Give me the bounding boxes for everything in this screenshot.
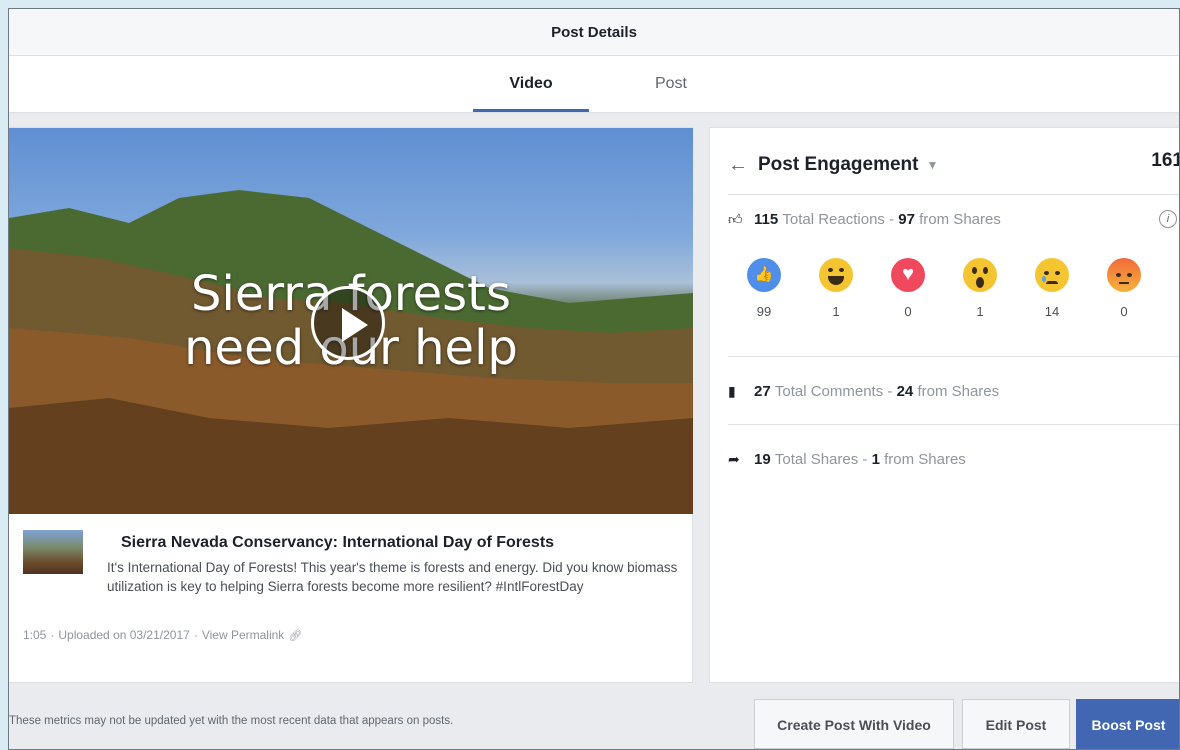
reaction-count: 0: [1120, 304, 1128, 319]
comments-shares-label: from Shares: [917, 382, 1000, 400]
caret-down-icon[interactable]: ▼: [926, 158, 938, 172]
reaction-count: 1: [976, 304, 984, 319]
video-player[interactable]: Sierra forests need our help: [9, 128, 693, 514]
video-title[interactable]: Sierra Nevada Conservancy: International…: [121, 534, 554, 552]
love-icon: ♥: [891, 258, 925, 292]
upload-date: Uploaded on 03/21/2017: [58, 628, 190, 642]
thumbs-up-icon: 👍︎: [728, 210, 743, 227]
dialog-title: Post Details: [551, 23, 637, 41]
reactions-count: 115: [754, 210, 779, 228]
reaction-count: 1: [832, 304, 840, 319]
dash: -: [862, 450, 868, 468]
shares-label: Total Shares: [774, 450, 859, 468]
play-icon: [342, 308, 368, 342]
engagement-header: ← Post Engagement ▼ 161: [728, 150, 1180, 180]
reaction-breakdown: 99 1 ♥ 0: [740, 258, 1160, 328]
reaction-wow: 1: [956, 258, 1004, 319]
divider: [728, 356, 1179, 357]
sad-icon: [1035, 258, 1069, 292]
reactions-summary: 👍︎ 115 Total Reactions - 97 from Shares …: [728, 208, 1179, 230]
engagement-total: 161: [1151, 150, 1180, 171]
video-card: Sierra forests need our help Sierra Neva…: [9, 127, 693, 683]
video-thumbnail[interactable]: [23, 530, 83, 574]
shares-count: 19: [754, 450, 771, 468]
video-duration: 1:05: [23, 628, 47, 642]
video-meta: 1:05 · Uploaded on 03/21/2017 · View Per…: [23, 628, 302, 642]
like-icon: [747, 258, 781, 292]
link-icon: 🔗︎: [288, 629, 303, 642]
reaction-angry: 0: [1100, 258, 1148, 319]
reaction-haha: 1: [812, 258, 860, 319]
play-button[interactable]: [311, 286, 385, 360]
metrics-disclaimer: These metrics may not be updated yet wit…: [9, 715, 454, 727]
reaction-sad: 14: [1028, 258, 1076, 319]
dash: -: [887, 382, 893, 400]
wow-icon: [963, 258, 997, 292]
divider: [728, 194, 1179, 195]
reactions-shares-count: 97: [898, 210, 915, 228]
view-permalink-link[interactable]: View Permalink: [202, 628, 284, 642]
meta-separator: ·: [193, 628, 198, 642]
video-description: It's International Day of Forests! This …: [107, 560, 678, 594]
comments-shares-count: 24: [896, 382, 914, 400]
divider: [728, 424, 1179, 425]
boost-post-button[interactable]: Boost Post: [1076, 699, 1179, 749]
create-post-with-video-button[interactable]: Create Post With Video: [754, 699, 954, 749]
dialog-header: Post Details: [9, 9, 1179, 56]
share-arrow-icon: ➦: [728, 450, 740, 467]
reaction-count: 0: [904, 304, 912, 319]
shares-summary: ➦ 19 Total Shares - 1 from Shares: [728, 448, 1179, 470]
reaction-count: 14: [1044, 304, 1060, 319]
back-arrow-icon[interactable]: ←: [728, 154, 758, 177]
edit-post-button[interactable]: Edit Post: [962, 699, 1070, 749]
reaction-love: ♥ 0: [884, 258, 932, 319]
post-details-dialog: Post Details Video Post Sierra forests n…: [8, 8, 1180, 750]
angry-icon: [1107, 258, 1141, 292]
comments-count: 27: [754, 382, 771, 400]
shares-shares-count: 1: [871, 450, 880, 468]
reaction-like: 99: [740, 258, 788, 319]
tab-post[interactable]: Post: [621, 56, 721, 112]
tab-bar: Video Post: [9, 56, 1179, 113]
reactions-label: Total Reactions: [782, 210, 885, 228]
info-icon[interactable]: i: [1159, 210, 1177, 228]
engagement-card: ← Post Engagement ▼ 161 👍︎ 115 Total Rea…: [709, 127, 1180, 683]
dash: -: [889, 210, 895, 228]
shares-shares-label: from Shares: [884, 450, 966, 468]
reaction-count: 99: [756, 304, 772, 319]
meta-separator: ·: [50, 628, 55, 642]
engagement-metric-dropdown[interactable]: Post Engagement: [758, 154, 918, 176]
comment-icon: ▮: [728, 382, 736, 399]
haha-icon: [819, 258, 853, 292]
comments-summary: ▮ 27 Total Comments - 24 from Shares: [728, 380, 1179, 402]
comments-label: Total Comments: [774, 382, 884, 400]
tab-video[interactable]: Video: [471, 56, 591, 112]
reactions-shares-label: from Shares: [919, 210, 1001, 228]
